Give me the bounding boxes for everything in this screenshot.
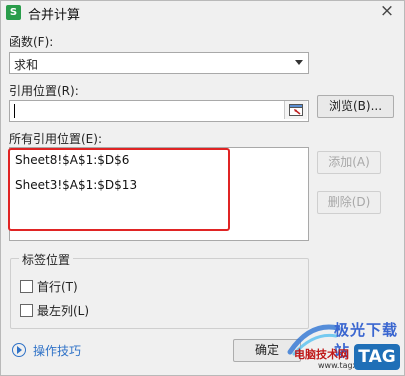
left-column-label: 最左列(L) bbox=[37, 304, 90, 318]
function-select-value: 求和 bbox=[14, 58, 39, 72]
label-position-title: 标签位置 bbox=[19, 251, 74, 268]
play-icon[interactable] bbox=[12, 343, 26, 357]
left-column-checkbox[interactable] bbox=[20, 304, 33, 317]
reference-label: 引用位置(R): bbox=[9, 84, 79, 98]
watermark-subtitle: 电脑技术网 bbox=[294, 348, 349, 361]
collapse-dialog-button[interactable] bbox=[284, 101, 307, 119]
browse-button[interactable]: 浏览(B)... bbox=[317, 95, 394, 118]
app-icon: S bbox=[6, 5, 21, 20]
function-label: 函数(F): bbox=[9, 35, 54, 49]
help-link[interactable]: 操作技巧 bbox=[33, 342, 81, 359]
dialog-title: 合并计算 bbox=[28, 8, 81, 23]
first-row-label: 首行(T) bbox=[37, 280, 78, 294]
reference-input[interactable] bbox=[9, 100, 309, 122]
range-select-icon bbox=[289, 104, 303, 116]
all-references-label: 所有引用位置(E): bbox=[9, 132, 102, 146]
text-caret bbox=[14, 104, 15, 118]
highlight-box bbox=[8, 148, 230, 231]
chevron-down-icon bbox=[295, 60, 303, 65]
watermark-tag: TAG bbox=[354, 344, 400, 370]
add-button[interactable]: 添加(A) bbox=[317, 151, 381, 174]
close-icon[interactable]: × bbox=[376, 1, 398, 21]
first-row-checkbox[interactable] bbox=[20, 280, 33, 293]
delete-button[interactable]: 删除(D) bbox=[317, 191, 381, 214]
function-select[interactable]: 求和 bbox=[9, 52, 309, 74]
